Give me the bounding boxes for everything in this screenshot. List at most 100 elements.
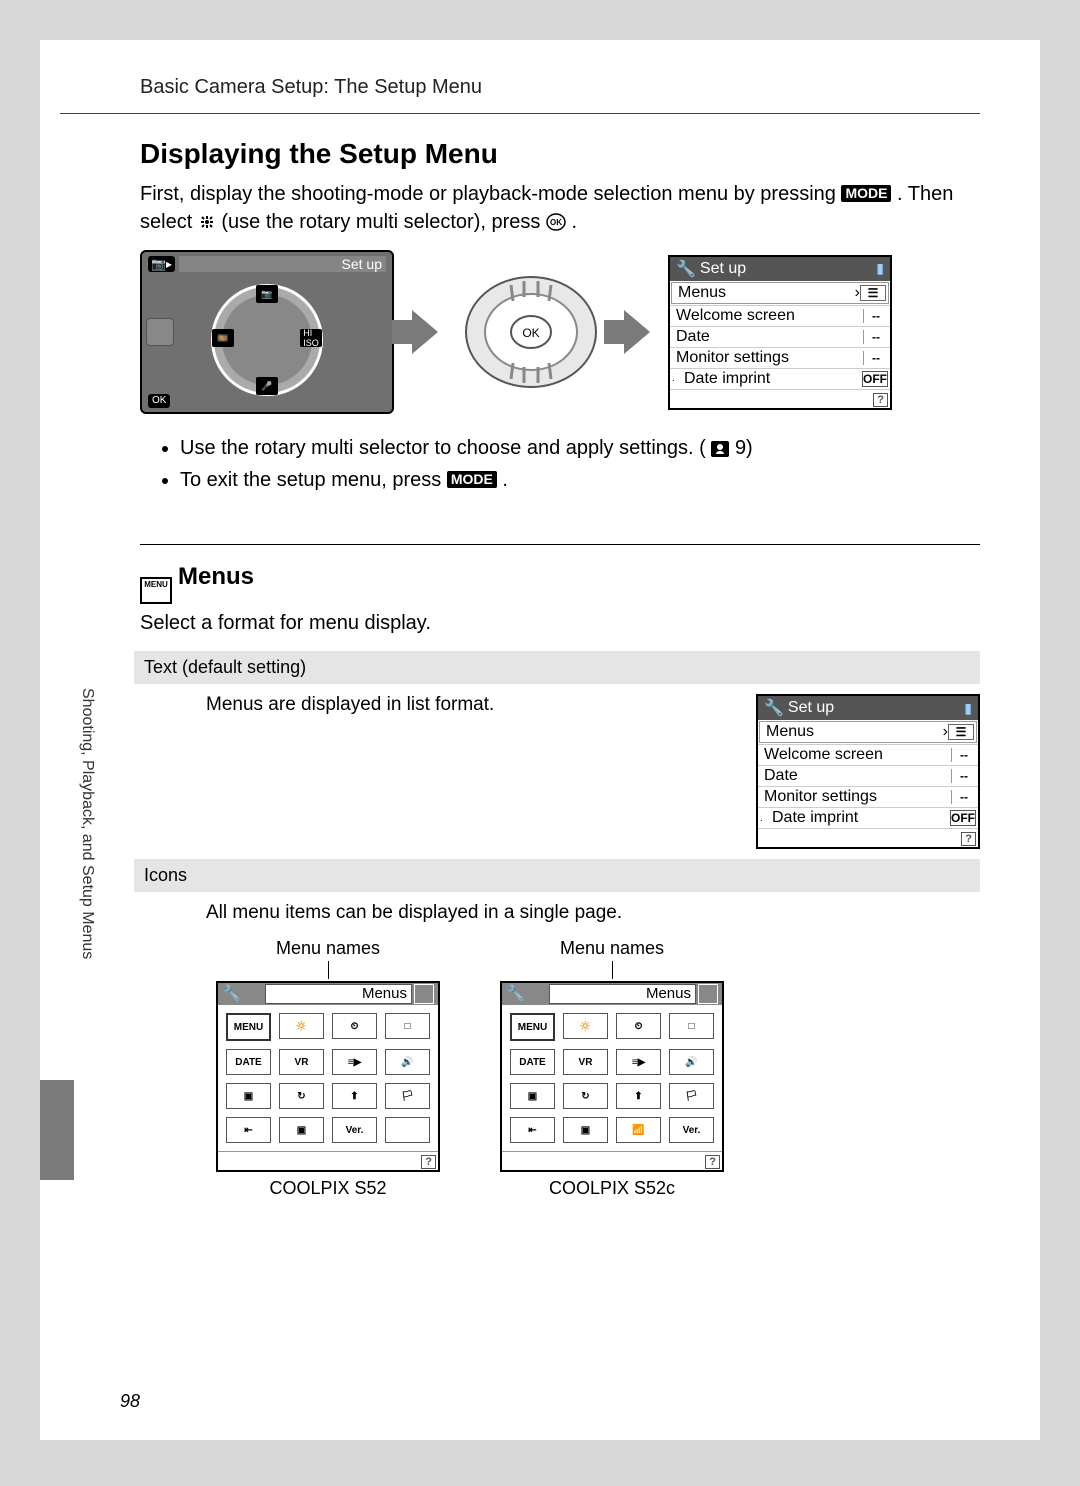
menu-row-label: Welcome screen: [672, 307, 863, 325]
camera-back-illustration: 📷▸ Set up 📷 HIISO 🎤 🎞️ OK: [140, 250, 394, 414]
wrench-icon: 🔧: [222, 984, 241, 1004]
battery-icon: ▮: [964, 700, 972, 717]
setup-menu-title: Set up: [788, 699, 834, 717]
notes-list: Use the rotary multi selector to choose …: [140, 432, 980, 496]
grid-cell: ⇤: [226, 1117, 271, 1143]
menu-row-indicator: OFF: [862, 371, 888, 387]
menu-row-label: Date imprint: [680, 370, 862, 388]
dial-movie-icon: 🎞️: [212, 329, 234, 347]
grid-header: Menus: [549, 984, 696, 1004]
grid-cell: ⬆: [616, 1083, 661, 1109]
illustration-row: 📷▸ Set up 📷 HIISO 🎤 🎞️ OK: [140, 250, 980, 414]
grid-cell: [385, 1117, 430, 1143]
page-ref-icon: [711, 441, 729, 457]
help-icon: ?: [421, 1155, 436, 1169]
grid-cell: □: [385, 1013, 430, 1039]
page-title: Displaying the Setup Menu: [140, 138, 980, 170]
grid-cell: ▣: [563, 1117, 608, 1143]
grid-cell: Ver.: [669, 1117, 714, 1143]
grid-cell: 🏳: [669, 1083, 714, 1109]
menu-outline-icon: MENU: [140, 577, 172, 604]
menu-row-label: Monitor settings: [672, 349, 863, 367]
grid-cell: 🔊: [385, 1049, 430, 1075]
menu-row-date: Date --: [670, 326, 890, 347]
intro-paragraph: First, display the shooting-mode or play…: [140, 180, 980, 236]
menu-row-menus: Menus› ☰: [759, 721, 977, 743]
option-icons-desc: All menu items can be displayed in a sin…: [140, 892, 980, 928]
wrench-icon: 🔧: [506, 984, 525, 1004]
icon-grid-screen: 🔧 Menus MENU 🔅 ⏲ □ DATE VR ≡▶ 🔊 ▣ ↻ ⬆ 🏳 ⇤ ▣ Ver. ?: [216, 981, 440, 1172]
grid-cell: ⏲: [332, 1013, 377, 1039]
intro-text-1: First, display the shooting-mode or play…: [140, 183, 841, 205]
camera-side-button: [146, 318, 174, 346]
breadcrumb: Basic Camera Setup: The Setup Menu: [60, 70, 980, 114]
side-tab: [40, 1080, 74, 1180]
menu-row-welcome: Welcome screen --: [670, 305, 890, 326]
camera-mode-icon: 📷▸: [148, 256, 175, 272]
side-caption: Shooting, Playback, and Setup Menus: [78, 688, 96, 959]
grid-cell: MENU: [510, 1013, 555, 1041]
option-text-desc: Menus are displayed in list format.: [206, 694, 732, 849]
grid-cell: DATE: [510, 1049, 555, 1075]
grid-cell: VR: [279, 1049, 324, 1075]
mode-button-label: MODE: [841, 185, 891, 202]
note-item: Use the rotary multi selector to choose …: [180, 432, 980, 464]
menus-heading: MENUMenus: [140, 563, 980, 604]
grid-cell: 🔅: [563, 1013, 608, 1039]
rotary-selector-illustration: OK: [456, 257, 606, 407]
camera-dial: 📷 HIISO 🎤 🎞️: [201, 278, 333, 398]
grid-cell: 🔅: [279, 1013, 324, 1039]
grid-cell: 🏳: [385, 1083, 430, 1109]
menu-row-indicator: --: [863, 330, 888, 344]
menus-subtitle: Select a format for menu display.: [140, 612, 980, 635]
grid-cell: 🔊: [669, 1049, 714, 1075]
grid-cell: □: [669, 1013, 714, 1039]
grid-cell: ⏲: [616, 1013, 661, 1039]
icons-example-a: Menu names 🔧 Menus MENU 🔅 ⏲ □ DATE VR ≡▶ 🔊 ▣ ↻ ⬆ 🏳 ⇤…: [216, 938, 440, 1199]
grid-cell: ↻: [563, 1083, 608, 1109]
grid-cell: ≡▶: [616, 1049, 661, 1075]
menu-names-caption: Menu names: [216, 938, 440, 979]
grid-cell: ▣: [510, 1083, 555, 1109]
grid-cell: ⬆: [332, 1083, 377, 1109]
intro-text-4: .: [572, 211, 578, 233]
ok-inline-icon: OK: [546, 213, 566, 231]
menu-row-label: Menus: [674, 284, 855, 302]
wrench-icon: 🔧: [676, 259, 696, 279]
menu-names-caption: Menu names: [500, 938, 724, 979]
grid-cell: Ver.: [332, 1117, 377, 1143]
intro-text-3: (use the rotary multi selector), press: [221, 211, 546, 233]
grid-cell: ▣: [226, 1083, 271, 1109]
setup-wrench-icon: [198, 213, 216, 231]
option-icons-header: Icons: [134, 859, 980, 892]
menu-row-menus: Menus › ☰: [671, 282, 889, 304]
grid-cell: ↻: [279, 1083, 324, 1109]
menu-row-date-imprint: . Date imprint OFF: [670, 368, 890, 389]
grid-cell: DATE: [226, 1049, 271, 1075]
grid-cell: ▣: [279, 1117, 324, 1143]
model-label-b: COOLPIX S52c: [500, 1178, 724, 1199]
help-icon: ?: [961, 832, 976, 846]
note-item: To exit the setup menu, press MODE .: [180, 464, 980, 496]
arrow-right-icon: [412, 310, 438, 354]
model-label-a: COOLPIX S52: [216, 1178, 440, 1199]
grid-cell: ≡▶: [332, 1049, 377, 1075]
wrench-icon: 🔧: [764, 698, 784, 718]
svg-text:OK: OK: [550, 218, 562, 227]
grid-cell: VR: [563, 1049, 608, 1075]
page-number: 98: [120, 1391, 140, 1412]
icon-grid-screen: 🔧 Menus MENU🔅⏲□DATEVR≡▶🔊▣↻⬆🏳⇤▣📶Ver. ?: [500, 981, 724, 1172]
menu-row-indicator: --: [863, 309, 888, 323]
grid-cell: MENU: [226, 1013, 271, 1041]
grid-cell: 📶: [616, 1117, 661, 1143]
section-divider: [140, 544, 980, 545]
menu-row-indicator: ☰: [860, 285, 886, 301]
imprint-icon: .: [672, 373, 680, 384]
camera-screen-title: Set up: [179, 256, 386, 272]
icons-example-b: Menu names 🔧 Menus MENU 🔅 ⏲ □ DATE VR ≡▶ 🔊 ▣ ↻ ⬆ 🏳 ⇤…: [500, 938, 724, 1199]
camera-ok-chip: OK: [148, 394, 170, 408]
grid-indicator-icon: [414, 984, 434, 1004]
battery-icon: ▮: [876, 260, 884, 277]
grid-header: Menus: [265, 984, 412, 1004]
grid-cell: ⇤: [510, 1117, 555, 1143]
